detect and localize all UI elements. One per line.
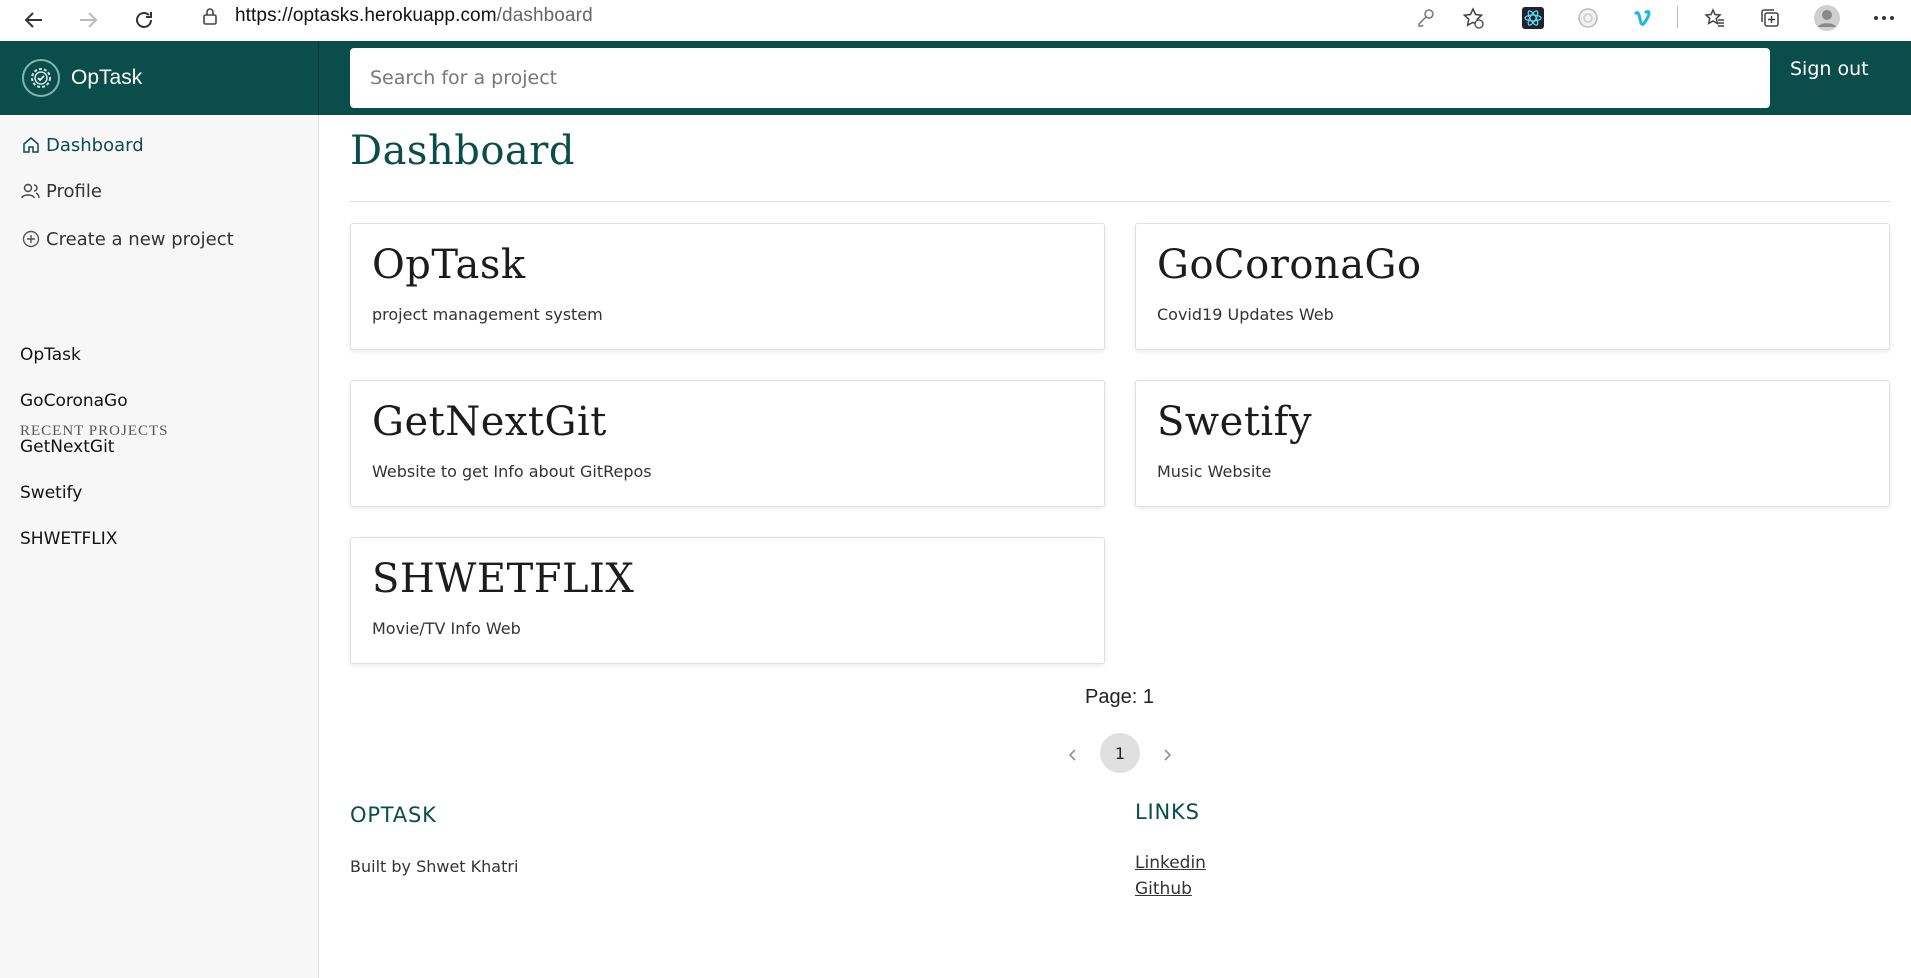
project-card-shwetflix[interactable]: SHWETFLIX Movie/TV Info Web (350, 537, 1105, 664)
footer-links-heading: LINKS (1135, 800, 1200, 824)
page-title: Dashboard (350, 128, 575, 174)
home-icon (20, 134, 42, 156)
url-text: https://optasks.herokuapp.com/dashboard (235, 5, 593, 27)
address-bar[interactable]: https://optasks.herokuapp.com/dashboard (182, 1, 1442, 31)
collections-icon[interactable] (1755, 3, 1785, 33)
project-card-description: project management system (372, 305, 603, 324)
more-options-icon[interactable] (1869, 3, 1899, 33)
project-card-title: OpTask (372, 242, 526, 288)
reload-icon (136, 12, 152, 28)
sidebar-item-label: Create a new project (46, 228, 234, 250)
browser-toolbar: https://optasks.herokuapp.com/dashboard (0, 0, 1911, 41)
sidebar: Dashboard Profile Create a new project R… (0, 115, 319, 978)
project-card-title: Swetify (1157, 399, 1313, 445)
profile-avatar-icon[interactable] (1812, 3, 1842, 33)
url-path: /dashboard (496, 5, 593, 26)
recent-project-item[interactable]: SHWETFLIX (20, 529, 117, 549)
pagination-page-button[interactable]: 1 (1100, 733, 1140, 773)
add-favorite-icon[interactable] (1458, 3, 1488, 33)
react-devtools-extension-icon[interactable] (1518, 3, 1548, 33)
project-card-description: Music Website (1157, 462, 1272, 481)
project-card-description: Website to get Info about GitRepos (372, 462, 652, 481)
header-divider (318, 41, 319, 115)
toolbar-separator (1677, 6, 1678, 28)
title-divider (350, 201, 1890, 202)
users-icon (20, 180, 42, 202)
recent-project-item[interactable]: Swetify (20, 483, 82, 503)
project-card-description: Movie/TV Info Web (372, 619, 521, 638)
project-card-gocoronago[interactable]: GoCoronaGo Covid19 Updates Web (1135, 223, 1890, 350)
sidebar-item-label: Dashboard (46, 134, 144, 156)
favorites-icon[interactable] (1700, 3, 1730, 33)
forward-button[interactable] (70, 5, 106, 35)
footer-link-linkedin[interactable]: Linkedin (1135, 853, 1206, 873)
recent-project-item[interactable]: OpTask (20, 345, 81, 365)
plus-circle-icon (20, 228, 42, 250)
extension-icon[interactable] (1573, 3, 1603, 33)
chevron-right-icon (1164, 749, 1172, 761)
sidebar-item-label: Profile (46, 180, 102, 202)
project-card-title: SHWETFLIX (372, 556, 635, 602)
pagination-next-button[interactable] (1155, 743, 1179, 767)
sign-out-button[interactable]: Sign out (1790, 58, 1869, 80)
brand-name: OpTask (71, 66, 143, 89)
project-card-description: Covid19 Updates Web (1157, 305, 1334, 324)
key-icon[interactable] (1411, 3, 1441, 33)
recent-project-item[interactable]: GoCoronaGo (20, 391, 128, 411)
footer-about-heading: OPTASK (350, 803, 437, 827)
footer-link-github[interactable]: Github (1135, 879, 1192, 899)
sidebar-item-profile[interactable]: Profile (20, 180, 102, 202)
page-indicator: Page: 1 (1085, 686, 1154, 708)
sidebar-item-dashboard[interactable]: Dashboard (20, 134, 144, 156)
project-card-title: GoCoronaGo (1157, 242, 1422, 288)
chevron-left-icon (1068, 749, 1076, 761)
recent-project-item[interactable]: GetNextGit (20, 437, 114, 457)
arrow-left-icon (24, 12, 42, 28)
pagination-prev-button[interactable] (1061, 743, 1085, 767)
gear-check-logo-icon (22, 59, 60, 97)
brand[interactable]: OpTask (22, 59, 142, 97)
project-card-optask[interactable]: OpTask project management system (350, 223, 1105, 350)
lock-icon (199, 5, 221, 27)
reload-button[interactable] (126, 5, 162, 35)
arrow-right-icon (80, 12, 98, 28)
project-card-getnextgit[interactable]: GetNextGit Website to get Info about Git… (350, 380, 1105, 507)
url-host: https://optasks.herokuapp.com (235, 5, 497, 26)
project-card-swetify[interactable]: Swetify Music Website (1135, 380, 1890, 507)
project-search-input[interactable] (350, 48, 1770, 108)
project-card-title: GetNextGit (372, 399, 607, 445)
back-button[interactable] (16, 5, 52, 35)
sidebar-item-create-project[interactable]: Create a new project (20, 228, 234, 250)
footer-credit: Built by Shwet Khatri (350, 857, 519, 876)
vimeo-extension-icon[interactable] (1628, 3, 1658, 33)
